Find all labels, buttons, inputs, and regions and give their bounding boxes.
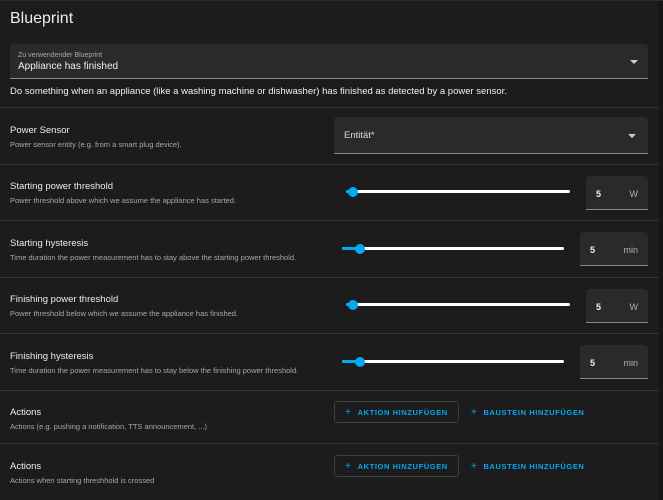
blueprint-select-value: Appliance has finished: [18, 61, 119, 72]
scrollbar[interactable]: [659, 1, 663, 500]
add-action-label: AKTION HINZUFÜGEN: [357, 461, 448, 471]
divider: [0, 107, 663, 108]
add-block-button[interactable]: + BAUSTEIN HINZUFÜGEN: [471, 401, 584, 423]
finishing-power-threshold-input[interactable]: 5 W: [586, 289, 648, 323]
starting-hysteresis-input[interactable]: 5 min: [580, 232, 648, 266]
unit-label: min: [623, 358, 638, 368]
finishing-power-threshold-title: Finishing power threshold: [10, 294, 119, 305]
finishing-hysteresis-subtitle: Time duration the power measurement has …: [10, 366, 299, 375]
add-block-button[interactable]: + BAUSTEIN HINZUFÜGEN: [471, 455, 584, 477]
slider-thumb[interactable]: [355, 243, 365, 254]
actions-subtitle: Actions when starting threshhold is cros…: [10, 476, 155, 485]
plus-icon: +: [345, 406, 352, 418]
add-block-label: BAUSTEIN HINZUFÜGEN: [483, 461, 585, 471]
slider-thumb[interactable]: [348, 299, 358, 310]
plus-icon: +: [471, 406, 478, 418]
slider-thumb[interactable]: [348, 186, 358, 197]
slider-thumb[interactable]: [355, 356, 365, 367]
blueprint-select[interactable]: Zu verwendender Blueprint Appliance has …: [10, 44, 648, 79]
unit-label: W: [629, 302, 639, 312]
power-sensor-title: Power Sensor: [10, 125, 70, 136]
plus-icon: +: [345, 460, 352, 472]
entity-select[interactable]: Entität*: [334, 117, 648, 154]
plus-icon: +: [471, 460, 478, 472]
finishing-hysteresis-title: Finishing hysteresis: [10, 351, 94, 362]
power-sensor-subtitle: Power sensor entity (e.g. from a smart p…: [10, 140, 182, 149]
blueprint-description: Do something when an appliance (like a w…: [10, 86, 507, 97]
starting-hysteresis-subtitle: Time duration the power measurement has …: [10, 253, 297, 262]
add-action-button[interactable]: + AKTION HINZUFÜGEN: [334, 401, 459, 423]
starting-power-threshold-input[interactable]: 5 W: [586, 176, 648, 210]
chevron-down-icon: [630, 60, 638, 64]
divider: [0, 164, 663, 165]
finishing-power-threshold-slider[interactable]: [346, 299, 570, 310]
actions-title: Actions: [10, 461, 42, 472]
page-title: Blueprint: [10, 10, 74, 27]
number-value: 5: [596, 189, 602, 199]
number-value: 5: [596, 302, 602, 312]
finishing-hysteresis-slider[interactable]: [342, 356, 564, 367]
blueprint-card: Blueprint Zu verwendender Blueprint Appl…: [0, 0, 663, 500]
unit-label: W: [629, 189, 639, 199]
finishing-hysteresis-input[interactable]: 5 min: [580, 345, 648, 379]
blueprint-select-label: Zu verwendender Blueprint: [18, 52, 103, 59]
add-action-label: AKTION HINZUFÜGEN: [357, 407, 448, 417]
divider: [0, 333, 663, 334]
add-action-button[interactable]: + AKTION HINZUFÜGEN: [334, 455, 459, 477]
starting-power-threshold-slider[interactable]: [346, 186, 570, 197]
unit-label: min: [623, 245, 638, 255]
divider: [0, 390, 663, 391]
number-value: 5: [590, 245, 596, 255]
divider: [0, 277, 663, 278]
starting-hysteresis-title: Starting hysteresis: [10, 238, 89, 249]
number-value: 5: [590, 358, 596, 368]
divider: [0, 220, 663, 221]
starting-power-threshold-title: Starting power threshold: [10, 181, 113, 192]
actions-subtitle: Actions (e.g. pushing a notification, TT…: [10, 422, 208, 431]
add-block-label: BAUSTEIN HINZUFÜGEN: [483, 407, 585, 417]
starting-hysteresis-slider[interactable]: [342, 243, 564, 254]
divider: [0, 443, 663, 444]
finishing-power-threshold-subtitle: Power threshold below which we assume th…: [10, 309, 239, 318]
actions-title: Actions: [10, 407, 42, 418]
entity-select-value: Entität*: [344, 130, 375, 141]
chevron-down-icon: [628, 134, 636, 138]
starting-power-threshold-subtitle: Power threshold above which we assume th…: [10, 196, 236, 205]
